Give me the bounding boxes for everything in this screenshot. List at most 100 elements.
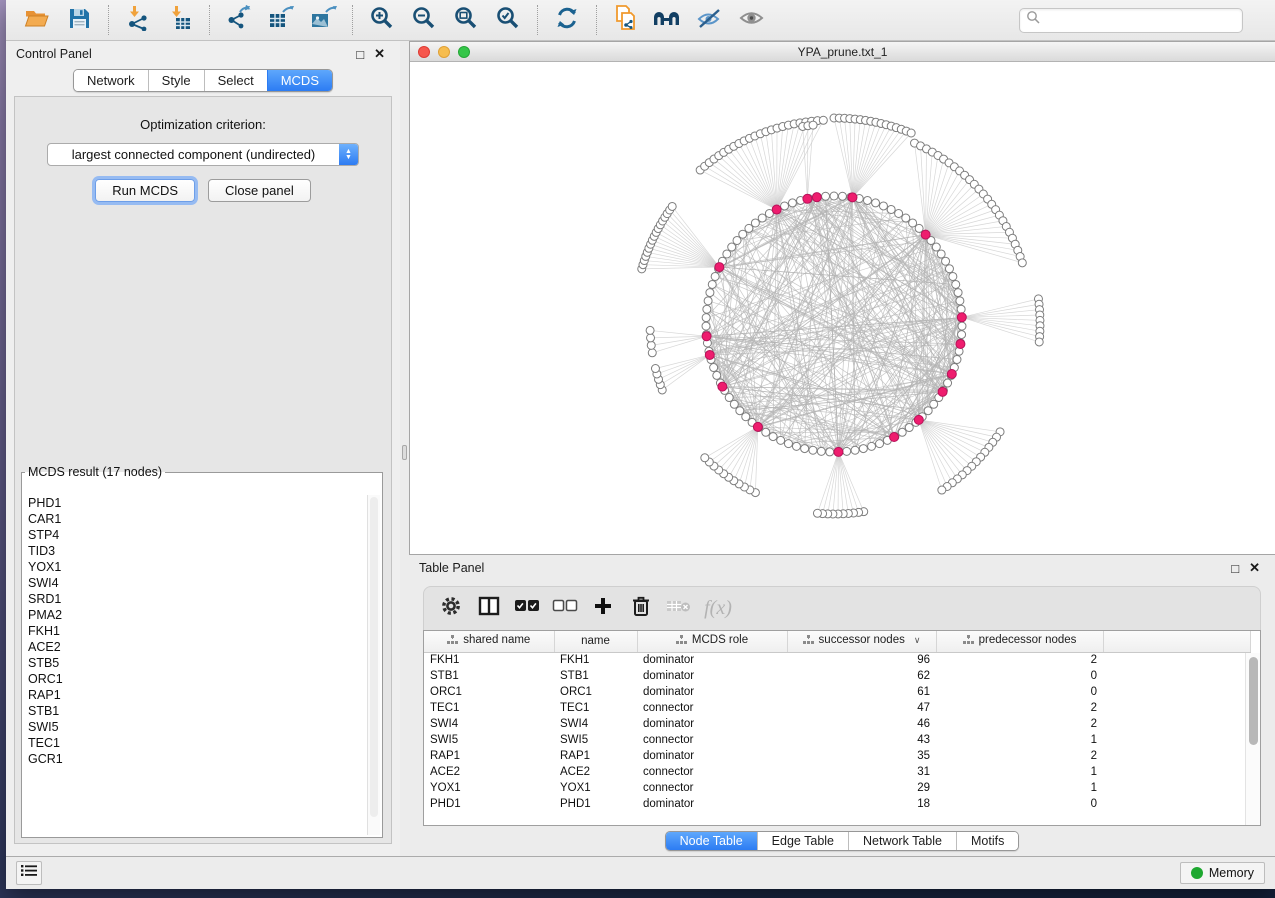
table-row[interactable]: SWI4SWI4dominator462 <box>424 716 1250 732</box>
table-cell[interactable]: SWI5 <box>554 732 637 748</box>
mcds-dominator-node[interactable] <box>715 263 724 272</box>
tab-network-table[interactable]: Network Table <box>848 832 956 850</box>
network-node[interactable] <box>809 446 817 454</box>
network-node[interactable] <box>898 428 906 436</box>
table-cell[interactable] <box>1103 748 1250 764</box>
network-node[interactable] <box>742 413 750 421</box>
network-node[interactable] <box>902 214 910 222</box>
hide-selected-button[interactable] <box>689 3 731 37</box>
first-neighbors-button[interactable] <box>647 3 689 37</box>
tab-motifs[interactable]: Motifs <box>956 832 1018 850</box>
mcds-result-list[interactable]: PHD1CAR1STP4TID3YOX1SWI4SRD1PMA2FKH1ACE2… <box>24 495 366 835</box>
zoom-selected-button[interactable] <box>487 3 529 37</box>
table-cell[interactable]: FKH1 <box>554 652 637 668</box>
show-all-button[interactable] <box>731 3 773 37</box>
copy-network-button[interactable] <box>605 3 647 37</box>
network-node[interactable] <box>879 202 887 210</box>
mcds-dominator-node[interactable] <box>772 205 781 214</box>
mcds-dominator-node[interactable] <box>914 415 923 424</box>
network-node[interactable] <box>1035 338 1043 346</box>
table-cell[interactable]: SWI5 <box>424 732 554 748</box>
network-node[interactable] <box>942 257 950 265</box>
mcds-dominator-node[interactable] <box>705 350 714 359</box>
table-cell[interactable]: YOX1 <box>424 780 554 796</box>
table-row[interactable]: TEC1TEC1connector472 <box>424 700 1250 716</box>
network-node[interactable] <box>777 436 785 444</box>
close-table-panel-icon[interactable]: ✕ <box>1244 560 1265 576</box>
network-node[interactable] <box>819 116 827 124</box>
table-cell[interactable]: PHD1 <box>554 796 637 812</box>
table-cell[interactable] <box>1103 652 1250 668</box>
table-cell[interactable] <box>1103 780 1250 796</box>
network-node[interactable] <box>701 454 709 462</box>
network-node[interactable] <box>905 424 913 432</box>
table-cell[interactable]: TEC1 <box>424 700 554 716</box>
network-node[interactable] <box>647 334 655 342</box>
table-cell[interactable]: ORC1 <box>424 684 554 700</box>
column-header-MCDS-role[interactable]: MCDS role <box>637 631 787 652</box>
column-header-successor-nodes[interactable]: successor nodes∨ <box>787 631 936 652</box>
table-row[interactable]: SWI5SWI5connector431 <box>424 732 1250 748</box>
mcds-dominator-node[interactable] <box>956 340 965 349</box>
table-row[interactable]: ACE2ACE2connector311 <box>424 764 1250 780</box>
table-cell[interactable]: FKH1 <box>424 652 554 668</box>
network-node[interactable] <box>944 379 952 387</box>
import-table-button[interactable] <box>159 3 201 37</box>
column-header-name[interactable]: name <box>554 631 637 652</box>
tab-network[interactable]: Network <box>74 70 148 91</box>
table-cell[interactable]: 1 <box>936 732 1103 748</box>
mcds-dominator-node[interactable] <box>702 332 711 341</box>
network-node[interactable] <box>651 365 659 373</box>
network-node[interactable] <box>909 219 917 227</box>
network-node[interactable] <box>817 447 825 455</box>
table-cell[interactable]: 2 <box>936 748 1103 764</box>
network-node[interactable] <box>769 433 777 441</box>
mcds-result-item[interactable]: CAR1 <box>24 511 366 527</box>
network-node[interactable] <box>924 407 932 415</box>
table-cell[interactable]: 1 <box>936 764 1103 780</box>
network-node[interactable] <box>868 442 876 450</box>
network-node[interactable] <box>930 400 938 408</box>
network-node[interactable] <box>932 243 940 251</box>
network-node[interactable] <box>710 364 718 372</box>
sort-chevron-icon[interactable]: ∨ <box>914 635 921 646</box>
zoom-in-button[interactable] <box>361 3 403 37</box>
table-cell[interactable]: 62 <box>787 668 936 684</box>
tab-edge-table[interactable]: Edge Table <box>757 832 848 850</box>
network-node[interactable] <box>859 445 867 453</box>
table-cell[interactable] <box>1103 764 1250 780</box>
destroy-table-button[interactable] <box>660 591 698 627</box>
table-cell[interactable]: dominator <box>637 652 787 668</box>
network-graph[interactable] <box>410 62 1275 554</box>
table-cell[interactable]: 46 <box>787 716 936 732</box>
mcds-result-item[interactable]: STB5 <box>24 655 366 671</box>
network-node[interactable] <box>801 445 809 453</box>
network-node[interactable] <box>708 280 716 288</box>
network-node[interactable] <box>915 224 923 232</box>
network-node[interactable] <box>704 297 712 305</box>
mcds-result-item[interactable]: PMA2 <box>24 607 366 623</box>
table-cell[interactable]: 0 <box>936 668 1103 684</box>
table-cell[interactable]: 31 <box>787 764 936 780</box>
mcds-result-item[interactable]: YOX1 <box>24 559 366 575</box>
network-node[interactable] <box>736 407 744 415</box>
network-node[interactable] <box>887 205 895 213</box>
network-node[interactable] <box>788 199 796 207</box>
mcds-dominator-node[interactable] <box>834 447 843 456</box>
open-session-button[interactable] <box>16 3 58 37</box>
mcds-dominator-node[interactable] <box>848 193 857 202</box>
table-cell[interactable]: ORC1 <box>554 684 637 700</box>
mcds-result-item[interactable]: ACE2 <box>24 639 366 655</box>
tab-node-table[interactable]: Node Table <box>666 832 757 850</box>
delete-rows-button[interactable] <box>622 591 660 627</box>
mcds-result-item[interactable]: STP4 <box>24 527 366 543</box>
tab-mcds[interactable]: MCDS <box>267 70 332 91</box>
network-node[interactable] <box>733 236 741 244</box>
network-node[interactable] <box>792 442 800 450</box>
mcds-result-item[interactable]: STB1 <box>24 703 366 719</box>
add-row-button[interactable] <box>584 591 622 627</box>
table-cell[interactable] <box>1103 796 1250 812</box>
select-all-button[interactable] <box>508 591 546 627</box>
task-history-button[interactable] <box>16 861 42 885</box>
network-node[interactable] <box>1018 259 1026 267</box>
